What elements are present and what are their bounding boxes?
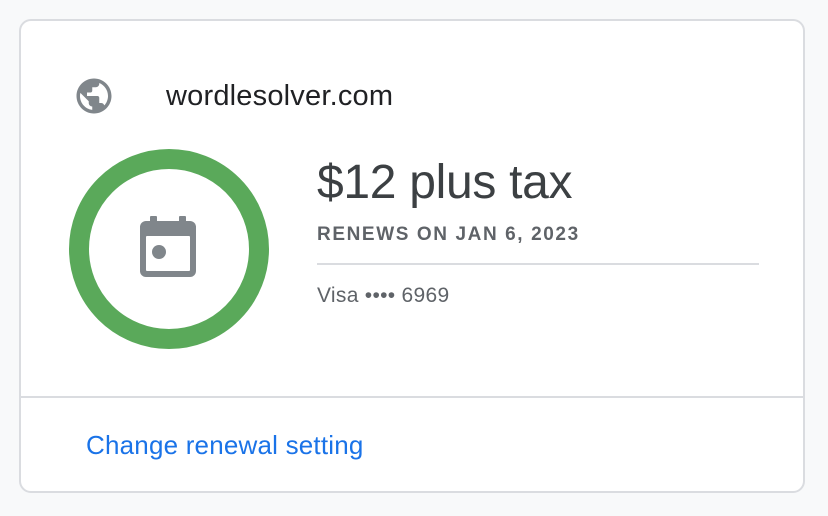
domain-name: wordlesolver.com — [166, 79, 394, 112]
subscription-info: $12 plus tax RENEWS ON JAN 6, 2023 Visa … — [317, 153, 759, 309]
domain-row: wordlesolver.com — [73, 75, 393, 117]
divider — [317, 263, 759, 265]
footer-divider — [21, 396, 803, 398]
renewal-date: RENEWS ON JAN 6, 2023 — [317, 224, 580, 245]
price-text: $12 plus tax — [317, 156, 573, 209]
change-renewal-setting-link[interactable]: Change renewal setting — [86, 430, 364, 461]
calendar-icon — [140, 216, 196, 277]
subscription-card: wordlesolver.com $12 plus tax RENEWS ON … — [19, 19, 805, 493]
status-ring — [68, 148, 270, 350]
globe-icon — [73, 75, 115, 117]
payment-method: Visa •••• 6969 — [317, 284, 450, 307]
